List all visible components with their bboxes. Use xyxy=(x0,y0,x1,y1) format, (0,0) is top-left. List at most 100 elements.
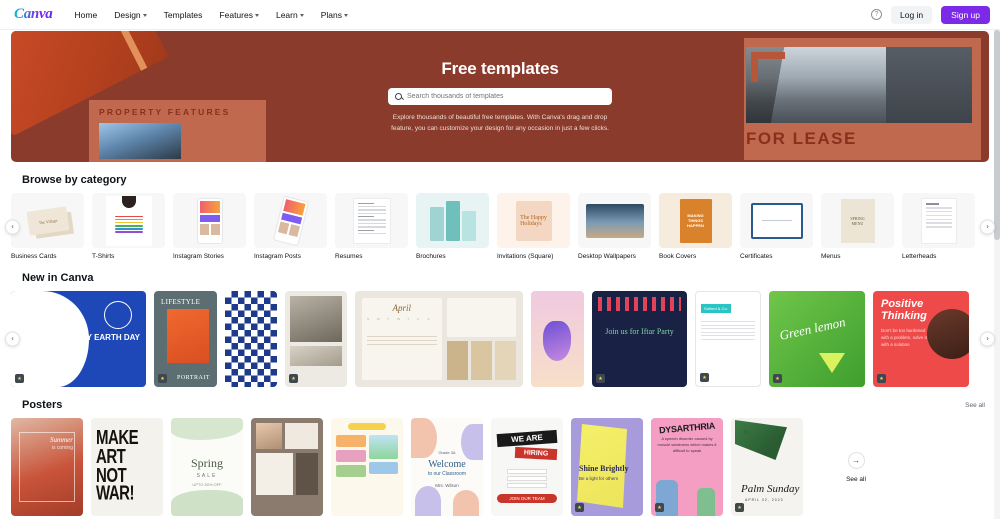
category-card-book-covers[interactable]: MAKING THINGS HAPPEN Book Covers xyxy=(659,193,732,260)
category-card-desktop-wallpapers[interactable]: Desktop Wallpapers xyxy=(578,193,651,260)
model-head xyxy=(121,195,136,208)
template-card-architecture[interactable]: ★ xyxy=(285,291,347,387)
category-card-instagram-posts[interactable]: Instagram Posts xyxy=(254,193,327,260)
category-card-instagram-stories[interactable]: Instagram Stories xyxy=(173,193,246,260)
template-card-green-lemon[interactable]: Green lemon ★ xyxy=(769,291,865,387)
nav-item-home[interactable]: Home xyxy=(75,10,98,20)
new-in-canva-rail: ‹ › HAPPY EARTH DAY ★ LIFESTYLE PORTRAIT… xyxy=(5,291,995,387)
category-label: Book Covers xyxy=(659,253,697,260)
poster-extra: Mrs. Wilson xyxy=(435,483,459,488)
nav-item-features[interactable]: Features xyxy=(219,10,259,20)
nav-item-templates[interactable]: Templates xyxy=(164,10,203,20)
poster-card-make-art-not-war[interactable]: MAKE ART NOT WAR! xyxy=(91,418,163,516)
help-icon[interactable]: ? xyxy=(870,9,882,20)
category-rail: ‹ › The Village Business Cards T-Shirts xyxy=(5,193,995,260)
template-subtitle: Don't be too burdened with a problem, so… xyxy=(881,328,927,347)
hero-description: Explore thousands of beautiful free temp… xyxy=(391,113,609,132)
section-header: Posters See all xyxy=(11,387,989,418)
poster-subtitle: SALE xyxy=(196,473,218,479)
template-subtitle: PORTRAIT xyxy=(177,375,210,381)
section-title: New in Canva xyxy=(22,272,94,284)
carousel-prev-button[interactable]: ‹ xyxy=(5,331,20,347)
canva-logo[interactable]: Canva xyxy=(14,6,53,23)
poster-card-we-are-hiring[interactable]: WE ARE HIRING JOIN OUR TEAM xyxy=(491,418,563,516)
poster-extra: JOIN OUR TEAM xyxy=(497,494,557,503)
arrow-right-icon: → xyxy=(847,451,865,469)
template-card-earth-day[interactable]: HAPPY EARTH DAY ★ xyxy=(11,291,146,387)
template-card-iftar-party[interactable]: Join us for Iftar Party ★ xyxy=(592,291,687,387)
pro-badge-icon: ★ xyxy=(575,503,584,512)
template-card-letterhead[interactable]: Salford & Co. ★ xyxy=(695,291,761,387)
poster-title: Spring xyxy=(190,456,223,470)
carousel-prev-button[interactable]: ‹ xyxy=(5,219,20,234)
see-all-link[interactable]: See all xyxy=(965,402,989,409)
category-thumbnail xyxy=(902,193,975,248)
poster-title: WE ARE xyxy=(496,429,558,448)
pro-badge-icon: ★ xyxy=(15,374,24,383)
brochure-art xyxy=(429,200,476,241)
login-button[interactable]: Log in xyxy=(890,5,933,24)
template-card-lifestyle-portrait[interactable]: LIFESTYLE PORTRAIT ★ xyxy=(154,291,217,387)
hero-content: Free templates Explore thousands of beau… xyxy=(11,31,989,162)
category-card-resumes[interactable]: Resumes xyxy=(335,193,408,260)
category-card-brochures[interactable]: Brochures xyxy=(416,193,489,260)
pro-badge-icon: ★ xyxy=(700,373,709,382)
category-thumbnail: The Village xyxy=(11,193,84,248)
nav-item-plans[interactable]: Plans xyxy=(321,10,348,20)
section-header: Browse by category xyxy=(11,162,989,193)
template-card-positive-thinking[interactable]: Positive Thinking Don't be too burdened … xyxy=(873,291,969,387)
phone-mockup-art xyxy=(272,195,309,246)
menu-art: SPRING MENU xyxy=(840,198,875,243)
category-thumbnail xyxy=(578,193,651,248)
page-scrollbar[interactable] xyxy=(994,30,1000,519)
search-input[interactable] xyxy=(407,92,605,100)
carousel-next-button[interactable]: › xyxy=(980,219,995,234)
category-label: Menus xyxy=(821,253,841,260)
category-thumbnail: The Happy Holidays xyxy=(497,193,570,248)
chevron-down-icon xyxy=(254,13,259,17)
hero-banner: PROPERTY FEATURES FOR LEASE Free templat… xyxy=(11,31,989,162)
category-card-invitations-square[interactable]: The Happy Holidays Invitations (Square) xyxy=(497,193,570,260)
phone-mockup-art xyxy=(196,197,223,244)
category-card-letterheads[interactable]: Letterheads xyxy=(902,193,975,260)
poster-title: Welcome xyxy=(428,459,466,470)
nav-links: Home Design Templates Features Learn Pla… xyxy=(75,10,348,20)
nav-item-label: Plans xyxy=(320,9,342,20)
poster-subtitle: is coming xyxy=(51,445,73,451)
category-card-tshirts[interactable]: T-Shirts xyxy=(92,193,165,260)
poster-card-summer[interactable]: Summer is coming xyxy=(11,418,83,516)
poster-card-lesson-plan[interactable] xyxy=(331,418,403,516)
template-card-april-planner[interactable]: April SMTWTFS xyxy=(355,291,523,387)
poster-card-moodboard[interactable] xyxy=(251,418,323,516)
category-card-certificates[interactable]: Certificates xyxy=(740,193,813,260)
search-bar[interactable] xyxy=(388,87,612,105)
new-in-canva-section: New in Canva ‹ › HAPPY EARTH DAY ★ LIFES… xyxy=(5,260,995,387)
nav-item-label: Features xyxy=(219,9,253,20)
poster-card-spring-sale[interactable]: Spring SALE UPTO 50% OFF xyxy=(171,418,243,516)
scrollbar-thumb[interactable] xyxy=(994,30,1000,240)
category-label: Invitations (Square) xyxy=(497,253,554,260)
poster-card-palm-sunday[interactable]: Palm Sunday APRIL 02, 2023 ★ xyxy=(731,418,803,516)
see-all-tile[interactable]: → See all xyxy=(811,418,901,516)
category-card-menus[interactable]: SPRING MENU Menus xyxy=(821,193,894,260)
poster-title: Palm Sunday xyxy=(741,482,800,495)
poster-card-welcome-classroom[interactable]: Grade 3A Welcome to our Classroom Mrs. W… xyxy=(411,418,483,516)
template-card-pattern[interactable] xyxy=(225,291,277,387)
poster-card-dysarthria[interactable]: DYSARTHRIA A speech disorder caused by m… xyxy=(651,418,723,516)
nav-item-design[interactable]: Design xyxy=(114,10,147,20)
category-label: Desktop Wallpapers xyxy=(578,253,636,260)
section-title: Browse by category xyxy=(22,174,127,186)
category-label: Instagram Stories xyxy=(173,253,224,260)
pro-badge-icon: ★ xyxy=(655,503,664,512)
signup-button[interactable]: Sign up xyxy=(941,5,990,24)
category-thumbnail: SPRING MENU xyxy=(821,193,894,248)
business-card-art: The Village xyxy=(26,205,69,236)
category-card-business-cards[interactable]: The Village Business Cards xyxy=(11,193,84,260)
book-cover-art: MAKING THINGS HAPPEN xyxy=(679,198,712,243)
carousel-next-button[interactable]: › xyxy=(980,331,995,347)
poster-card-shine-brightly[interactable]: Shine Brightly Be a light for others ★ xyxy=(571,418,643,516)
category-thumbnail xyxy=(173,193,246,248)
nav-item-learn[interactable]: Learn xyxy=(276,10,304,20)
template-card-abstract-art[interactable] xyxy=(531,291,584,387)
poster-subtitle: APRIL 02, 2023 xyxy=(745,498,784,502)
